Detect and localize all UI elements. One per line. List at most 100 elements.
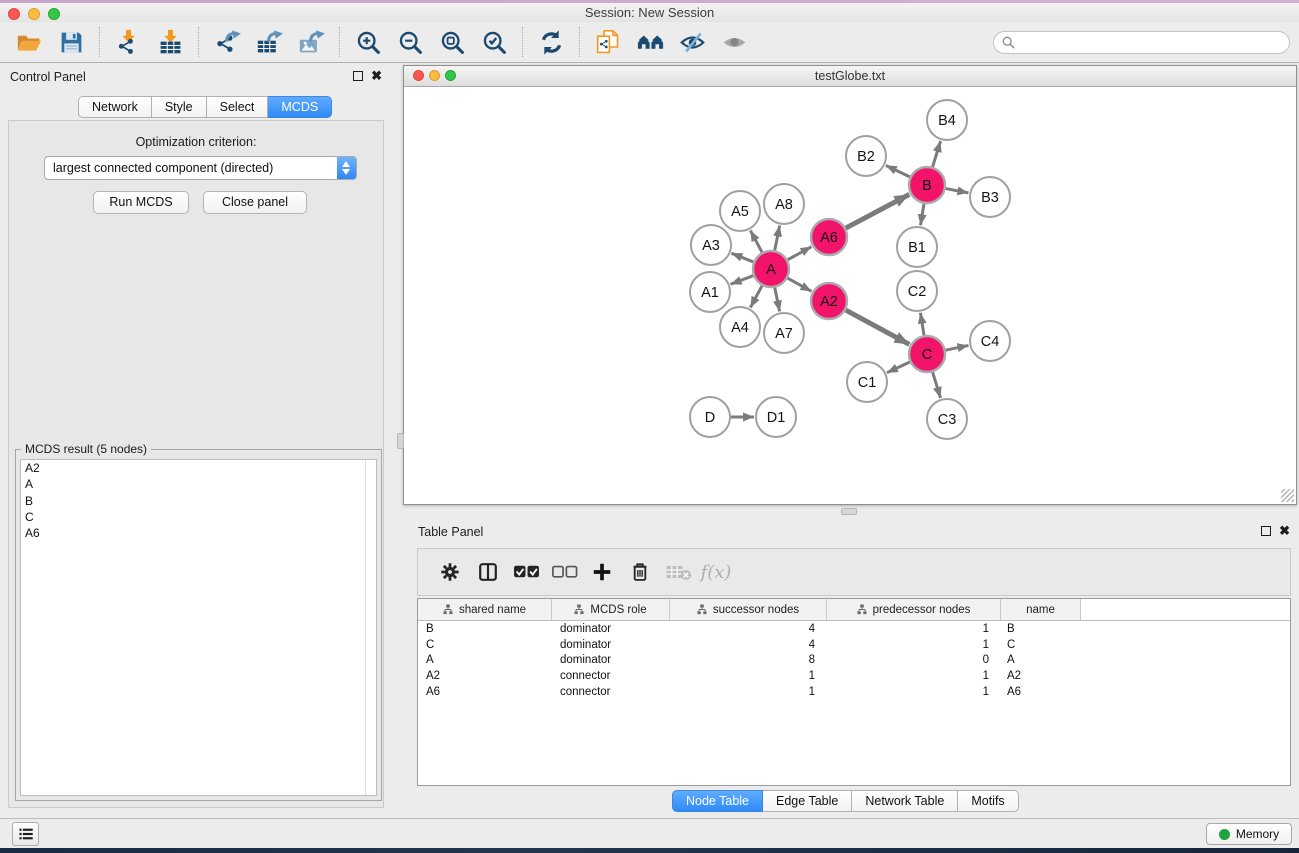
graph-edge-A-A7[interactable] [775, 288, 780, 312]
graph-node-B3[interactable]: B3 [970, 177, 1010, 217]
mcds-result-item[interactable]: C [21, 509, 376, 525]
graph-node-B2[interactable]: B2 [846, 136, 886, 176]
graph-edge-B-B4[interactable] [933, 141, 941, 167]
search-box[interactable] [993, 31, 1290, 54]
column-header-name[interactable]: name [1001, 599, 1081, 620]
graph-edge-B-B1[interactable] [921, 204, 924, 226]
resize-grip-icon[interactable] [1281, 489, 1294, 502]
network-window-titlebar[interactable]: testGlobe.txt [404, 66, 1296, 87]
graph-node-C3[interactable]: C3 [927, 399, 967, 439]
tab-node-table[interactable]: Node Table [672, 790, 763, 812]
graph-edge-B-B3[interactable] [946, 189, 969, 193]
graph-node-B1[interactable]: B1 [897, 227, 937, 267]
tab-edge-table[interactable]: Edge Table [763, 790, 852, 812]
add-row-button[interactable] [586, 556, 618, 588]
settings-button[interactable] [434, 556, 466, 588]
mcds-result-item[interactable]: A6 [21, 525, 376, 541]
graph-edge-A6-B[interactable] [846, 194, 910, 228]
column-header-successor-nodes[interactable]: successor nodes [670, 599, 827, 620]
search-input[interactable] [1020, 36, 1289, 50]
close-panel-icon[interactable]: ✖ [371, 70, 382, 82]
graph-node-B[interactable]: B [909, 167, 945, 203]
float-table-panel-icon[interactable] [1261, 526, 1271, 536]
zoom-fit-button[interactable] [431, 25, 473, 59]
network-canvas[interactable]: B4B2BB3A5A8A6A3B1AA1C2A2A4A7C4CC1C3DD1 [404, 87, 1296, 504]
table-row[interactable]: A6connector11A6 [418, 684, 1290, 700]
close-panel-button[interactable]: Close panel [203, 191, 307, 214]
graph-edge-C-C4[interactable] [946, 345, 969, 350]
graph-edge-B-B2[interactable] [886, 165, 910, 176]
graph-edge-A-A2[interactable] [788, 278, 812, 291]
table-row[interactable]: Bdominator41B [418, 621, 1290, 637]
mcds-result-list[interactable]: A2ABCA6 [20, 459, 377, 796]
import-table-button[interactable] [149, 25, 191, 59]
graph-node-D1[interactable]: D1 [756, 397, 796, 437]
mcds-result-item[interactable]: B [21, 493, 376, 509]
export-network-button[interactable] [206, 25, 248, 59]
mcds-result-item[interactable]: A [21, 476, 376, 492]
graph-node-A8[interactable]: A8 [764, 184, 804, 224]
graph-node-A6[interactable]: A6 [811, 219, 847, 255]
task-history-button[interactable] [12, 822, 39, 846]
table-row[interactable]: A2connector11A2 [418, 668, 1290, 684]
graph-node-A2[interactable]: A2 [811, 283, 847, 319]
network-close-button[interactable] [413, 70, 424, 81]
zoom-selected-button[interactable] [473, 25, 515, 59]
graph-node-C4[interactable]: C4 [970, 321, 1010, 361]
tab-motifs[interactable]: Motifs [958, 790, 1018, 812]
graph-node-A[interactable]: A [753, 251, 789, 287]
graph-node-A1[interactable]: A1 [690, 272, 730, 312]
zoom-window-button[interactable] [48, 8, 60, 20]
graph-node-A3[interactable]: A3 [691, 225, 731, 265]
graph-edge-A-A1[interactable] [731, 276, 754, 285]
refresh-button[interactable] [530, 25, 572, 59]
tab-select[interactable]: Select [207, 96, 269, 118]
deselect-all-columns-button[interactable] [548, 556, 580, 588]
close-window-button[interactable] [8, 8, 20, 20]
zoom-out-button[interactable] [389, 25, 431, 59]
open-session-button[interactable] [8, 25, 50, 59]
float-panel-icon[interactable] [353, 71, 363, 81]
graph-edge-A2-C[interactable] [846, 310, 910, 344]
home-button[interactable] [629, 25, 671, 59]
graph-edge-A-A3[interactable] [731, 253, 753, 262]
graph-node-B4[interactable]: B4 [927, 100, 967, 140]
tab-mcds[interactable]: MCDS [268, 96, 332, 118]
show-details-button[interactable] [713, 25, 755, 59]
graph-edge-A-A6[interactable] [788, 247, 812, 260]
graph-node-C[interactable]: C [909, 336, 945, 372]
network-minimize-button[interactable] [429, 70, 440, 81]
save-session-button[interactable] [50, 25, 92, 59]
app-titlebar[interactable]: Session: New Session [0, 3, 1299, 22]
minimize-window-button[interactable] [28, 8, 40, 20]
show-columns-button[interactable] [472, 556, 504, 588]
graph-node-C2[interactable]: C2 [897, 271, 937, 311]
delete-row-button[interactable] [624, 556, 656, 588]
graph-edge-A-A5[interactable] [750, 230, 762, 252]
tab-style[interactable]: Style [152, 96, 207, 118]
export-table-button[interactable] [248, 25, 290, 59]
graph-node-A5[interactable]: A5 [720, 191, 760, 231]
graph-edge-C-C1[interactable] [887, 362, 910, 373]
column-header-shared-name[interactable]: shared name [418, 599, 552, 620]
import-network-button[interactable] [107, 25, 149, 59]
run-mcds-button[interactable]: Run MCDS [93, 191, 189, 214]
network-zoom-button[interactable] [445, 70, 456, 81]
tab-network-table[interactable]: Network Table [852, 790, 958, 812]
table-row[interactable]: Adominator80A [418, 652, 1290, 668]
table-row[interactable]: Cdominator41C [418, 637, 1290, 653]
zoom-in-button[interactable] [347, 25, 389, 59]
column-header-MCDS-role[interactable]: MCDS role [552, 599, 670, 620]
column-header-predecessor-nodes[interactable]: predecessor nodes [827, 599, 1001, 620]
export-image-button[interactable] [290, 25, 332, 59]
graph-node-A7[interactable]: A7 [764, 313, 804, 353]
select-all-columns-button[interactable] [510, 556, 542, 588]
close-table-panel-icon[interactable]: ✖ [1279, 525, 1290, 537]
clone-network-button[interactable] [587, 25, 629, 59]
graph-node-A4[interactable]: A4 [720, 307, 760, 347]
graph-node-C1[interactable]: C1 [847, 362, 887, 402]
optimization-criterion-select[interactable]: largest connected component (directed) [44, 156, 357, 180]
hide-details-button[interactable] [671, 25, 713, 59]
graph-edge-C-C2[interactable] [920, 313, 924, 336]
mcds-result-item[interactable]: A2 [21, 460, 376, 476]
